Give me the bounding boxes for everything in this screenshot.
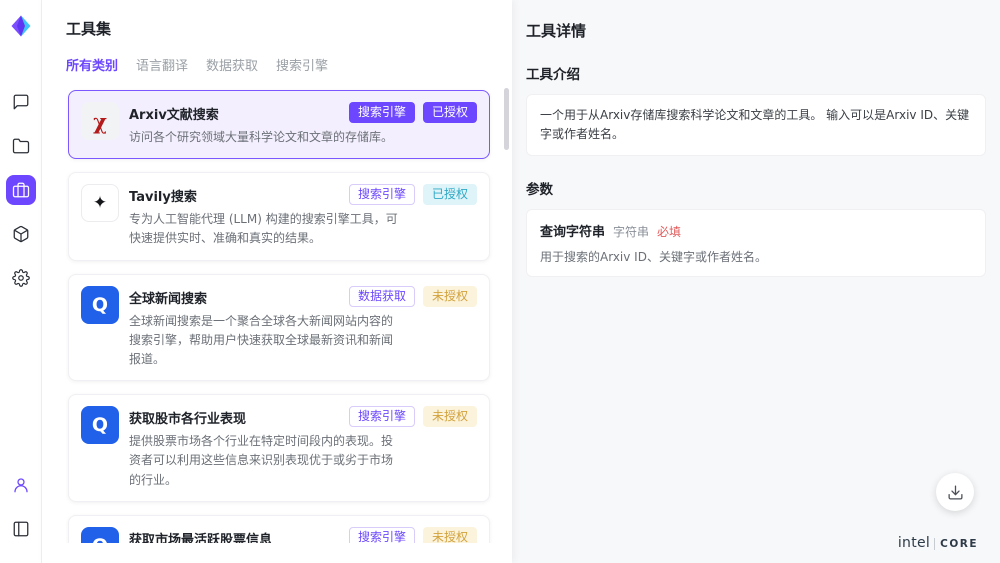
user-profile-icon[interactable] — [6, 470, 36, 500]
tool-icon-glyph: χ — [93, 109, 107, 134]
settings-gear-icon[interactable] — [6, 263, 36, 293]
download-button[interactable] — [936, 473, 974, 511]
tool-icon-glyph: Q — [92, 535, 108, 543]
scrollbar-thumb[interactable] — [504, 88, 509, 150]
cube-icon[interactable] — [6, 219, 36, 249]
tool-card[interactable]: Q 全球新闻搜索 数据获取 未授权 全球新闻搜索是一个聚合全球各大新闻网站内容的… — [68, 274, 490, 382]
tab-0[interactable]: 所有类别 — [66, 55, 118, 74]
tab-1[interactable]: 语言翻译 — [136, 55, 188, 74]
intel-wordmark: intel — [898, 535, 930, 551]
q-blue-icon: Q — [81, 286, 119, 324]
tool-name: Arxiv文献搜索 — [129, 102, 219, 123]
tool-list-title: 工具集 — [66, 18, 512, 39]
tool-detail-panel: 工具详情 工具介绍 一个用于从Arxiv存储库搜索科学论文和文章的工具。 输入可… — [512, 0, 1000, 563]
tool-description: 提供股票市场各个行业在特定时间段内的表现。投资者可以利用这些信息来识别表现优于或… — [129, 432, 401, 490]
q-blue-icon: Q — [81, 527, 119, 543]
tool-name: 获取股市各行业表现 — [129, 406, 246, 427]
tool-category-badge: 搜索引擎 — [349, 406, 415, 427]
sparkle-icon: ✦ — [81, 184, 119, 222]
intro-text: 一个用于从Arxiv存储库搜索科学论文和文章的工具。 输入可以是Arxiv ID… — [540, 106, 972, 144]
arxiv-icon: χ — [81, 102, 119, 140]
tool-list-panel: 工具集 所有类别语言翻译数据获取搜索引擎 χ Arxiv文献搜索 搜索引擎 已授… — [42, 0, 512, 563]
tool-card[interactable]: ✦ Tavily搜索 搜索引擎 已授权 专为人工智能代理 (LLM) 构建的搜索… — [68, 172, 490, 260]
tab-3[interactable]: 搜索引擎 — [276, 55, 328, 74]
tool-icon-glyph: Q — [92, 294, 108, 316]
params-section-title: 参数 — [526, 178, 986, 198]
app-logo-icon — [9, 14, 33, 38]
tool-status-badge: 已授权 — [423, 102, 477, 123]
tool-description: 全球新闻搜索是一个聚合全球各大新闻网站内容的搜索引擎，帮助用户快速获取全球最新资… — [129, 312, 401, 370]
intel-core-logo: intel CORE — [898, 535, 978, 551]
tool-category-badge: 搜索引擎 — [349, 102, 415, 123]
tool-list: χ Arxiv文献搜索 搜索引擎 已授权 访问各个研究领域大量科学论文和文章的存… — [66, 88, 512, 543]
chat-icon[interactable] — [6, 87, 36, 117]
tool-description: 专为人工智能代理 (LLM) 构建的搜索引擎工具，可快速提供实时、准确和真实的结… — [129, 210, 401, 248]
tool-list-scrollbar[interactable] — [504, 88, 509, 553]
tool-category-badge: 搜索引擎 — [349, 527, 415, 543]
tool-card[interactable]: χ Arxiv文献搜索 搜索引擎 已授权 访问各个研究领域大量科学论文和文章的存… — [68, 90, 490, 159]
tool-status-badge: 未授权 — [423, 406, 477, 427]
param-description: 用于搜索的Arxiv ID、关键字或作者姓名。 — [540, 248, 972, 265]
tool-card[interactable]: Q 获取股市各行业表现 搜索引擎 未授权 提供股票市场各个行业在特定时间段内的表… — [68, 394, 490, 502]
q-blue-icon: Q — [81, 406, 119, 444]
tools-briefcase-icon[interactable] — [6, 175, 36, 205]
app-root: 工具集 所有类别语言翻译数据获取搜索引擎 χ Arxiv文献搜索 搜索引擎 已授… — [0, 0, 1000, 563]
param-required-badge: 必填 — [657, 223, 681, 240]
tool-icon-glyph: ✦ — [93, 193, 107, 213]
tool-category-badge: 数据获取 — [349, 286, 415, 307]
tool-status-badge: 未授权 — [423, 527, 477, 543]
intro-card: 一个用于从Arxiv存储库搜索科学论文和文章的工具。 输入可以是Arxiv ID… — [526, 94, 986, 156]
tool-status-badge: 未授权 — [423, 286, 477, 307]
download-icon — [947, 484, 964, 501]
param-type: 字符串 — [613, 223, 649, 240]
tool-name: Tavily搜索 — [129, 184, 197, 205]
tool-card[interactable]: Q 获取市场最活跃股票信息 搜索引擎 未授权 提供当天交易量最高的股票列表，投资… — [68, 515, 490, 543]
tool-status-badge: 已授权 — [423, 184, 477, 205]
tool-description: 访问各个研究领域大量科学论文和文章的存储库。 — [129, 128, 401, 147]
category-tabs: 所有类别语言翻译数据获取搜索引擎 — [66, 55, 512, 74]
tab-2[interactable]: 数据获取 — [206, 55, 258, 74]
param-name: 查询字符串 — [540, 221, 605, 240]
intro-section-title: 工具介绍 — [526, 63, 986, 83]
panel-toggle-icon[interactable] — [6, 514, 36, 544]
tool-category-badge: 搜索引擎 — [349, 184, 415, 205]
param-card: 查询字符串 字符串 必填 用于搜索的Arxiv ID、关键字或作者姓名。 — [526, 209, 986, 277]
sidebar — [0, 0, 42, 563]
tool-name: 获取市场最活跃股票信息 — [129, 527, 272, 543]
tool-icon-glyph: Q — [92, 414, 108, 436]
core-wordmark: CORE — [934, 538, 978, 550]
tool-name: 全球新闻搜索 — [129, 286, 207, 307]
detail-title: 工具详情 — [526, 20, 986, 41]
folder-icon[interactable] — [6, 131, 36, 161]
